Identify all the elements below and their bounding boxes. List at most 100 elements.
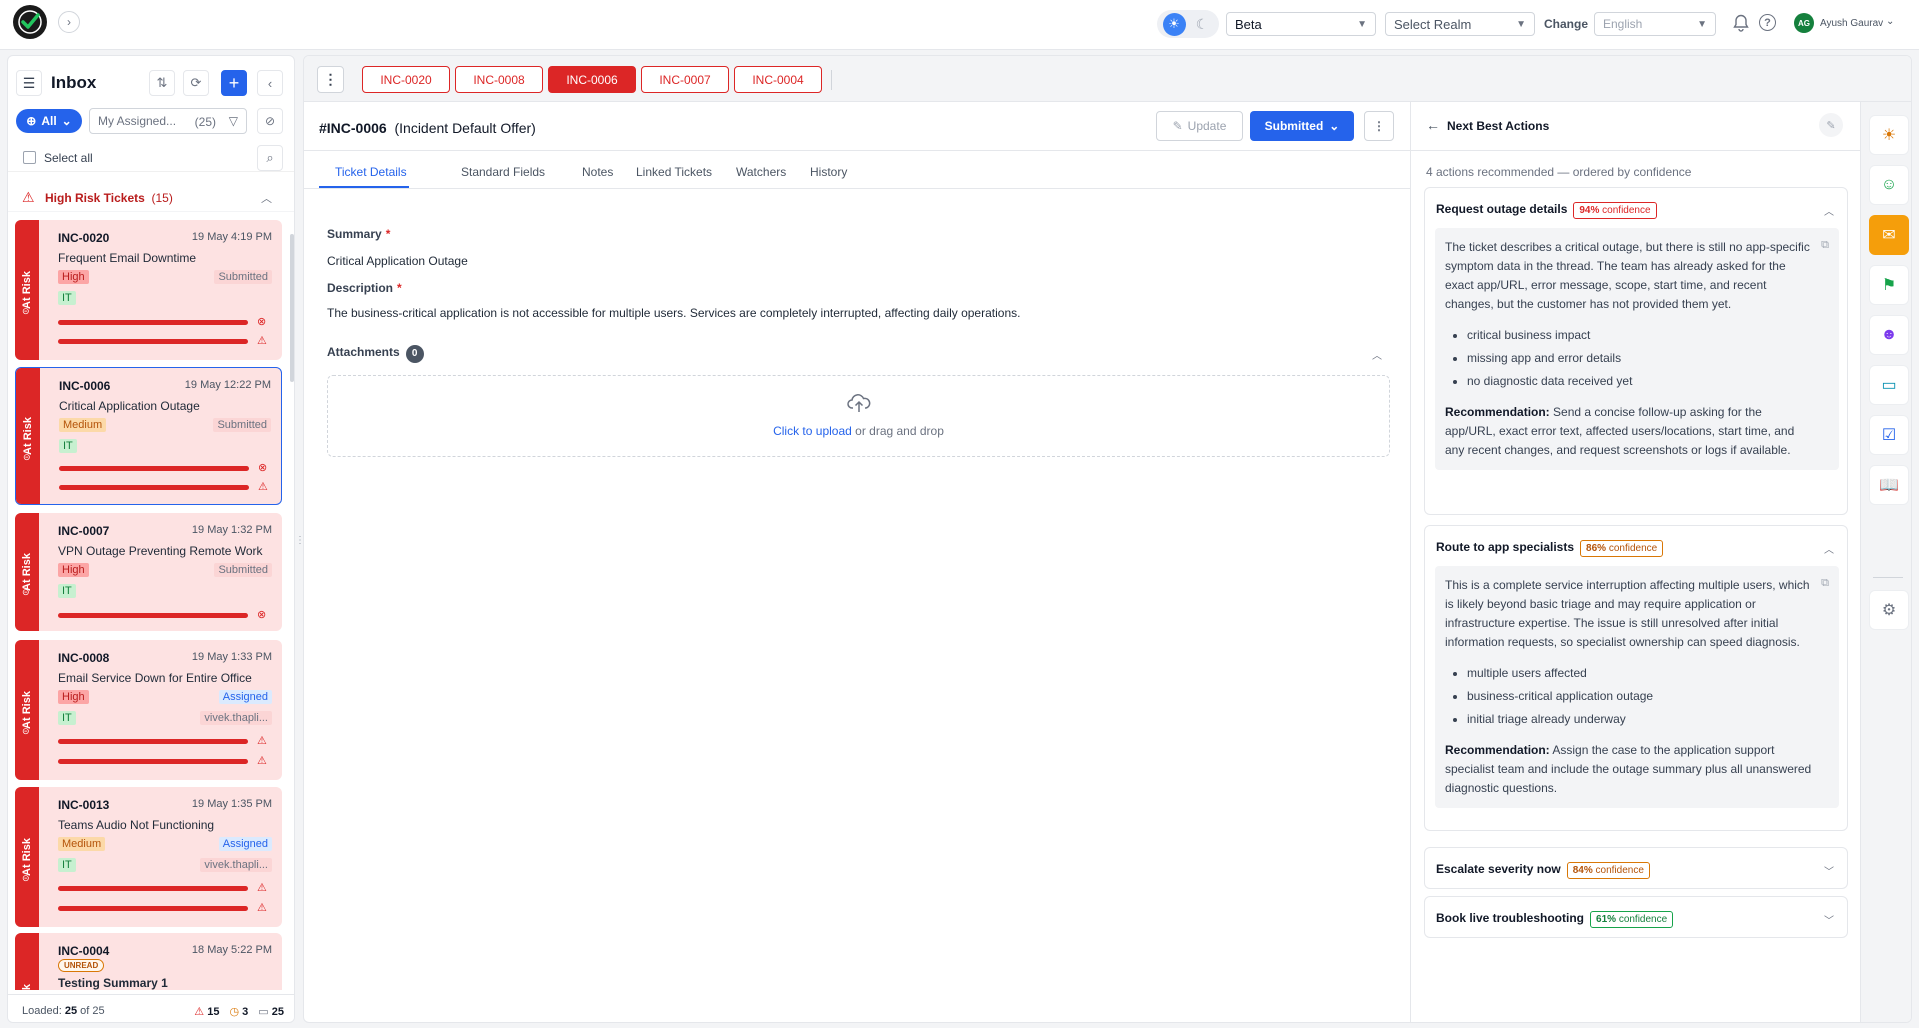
chevron-down-icon[interactable]: ﹀	[1824, 863, 1834, 878]
select-all-checkbox[interactable]	[23, 151, 36, 164]
ticket-card[interactable]: At Risk ⊝ INC-0007 19 May 1:32 PM VPN Out…	[15, 513, 282, 631]
chevron-down-icon[interactable]: ⌄	[1886, 16, 1894, 27]
collapse-panel-button[interactable]: ‹	[257, 70, 283, 96]
environment-select[interactable]: Beta ▼	[1226, 12, 1376, 36]
description-value[interactable]: The business-critical application is not…	[327, 306, 1020, 320]
action-title: Escalate severity now	[1436, 862, 1561, 876]
chevron-up-icon[interactable]: ︿	[1824, 203, 1834, 218]
chevron-down-icon[interactable]: ﹀	[1824, 912, 1834, 927]
clear-filter-button[interactable]: ⊘	[257, 108, 283, 134]
menu-button[interactable]: ☰	[16, 70, 42, 96]
update-button[interactable]: ✎ Update	[1156, 111, 1243, 141]
assigned-filter-count: (25)	[194, 115, 216, 129]
search-button[interactable]: ⌕	[257, 145, 283, 171]
insights-button[interactable]: ☀	[1869, 115, 1909, 155]
more-actions-button[interactable]: ⋮	[1364, 111, 1394, 141]
sla-bar	[58, 320, 248, 325]
next-best-actions-panel: ← Next Best Actions ✎ 4 actions recommen…	[1410, 102, 1861, 1022]
summary-value[interactable]: Critical Application Outage	[327, 254, 468, 268]
edit-icon: ✎	[1172, 119, 1183, 133]
bell-icon[interactable]	[1733, 14, 1749, 32]
action-card-header[interactable]: Book live troubleshooting 61% confidence	[1436, 911, 1674, 928]
sort-button[interactable]: ⇅	[149, 70, 175, 96]
avatar[interactable]: AG	[1794, 13, 1814, 33]
group-title-text: High Risk Tickets	[45, 191, 145, 205]
moon-icon[interactable]: ☾	[1191, 13, 1214, 36]
action-card-header[interactable]: Route to app specialists 86% confidence	[1436, 540, 1664, 557]
realm-select-placeholder: Select Realm	[1394, 16, 1472, 32]
copy-icon[interactable]: ⧉	[1821, 574, 1829, 593]
tab-watchers[interactable]: Watchers	[736, 165, 786, 179]
ticket-tool-button[interactable]: ▭	[1869, 365, 1909, 405]
tab-standard-fields[interactable]: Standard Fields	[461, 165, 545, 179]
tab-inc-0020[interactable]: INC-0020	[362, 66, 450, 93]
clock-icon: ⊝	[23, 452, 31, 462]
recommendation: Recommendation: Send a concise follow-up…	[1445, 403, 1829, 460]
clock-icon: ⊝	[22, 587, 30, 597]
checklist-button[interactable]: ☑	[1869, 415, 1909, 455]
language-select[interactable]: English ▼	[1594, 12, 1716, 36]
assignee-badge: vivek.thapli...	[200, 858, 272, 872]
pin-button[interactable]: ✎	[1819, 113, 1843, 137]
assistant-bot-button[interactable]: ☻	[1869, 315, 1909, 355]
tab-inc-0004[interactable]: INC-0004	[734, 66, 822, 93]
theme-toggle[interactable]: ☀ ☾	[1157, 10, 1219, 38]
escalation-icon: ⚠	[257, 755, 267, 767]
tab-ticket-details[interactable]: Ticket Details	[335, 165, 407, 179]
ticket-title: VPN Outage Preventing Remote Work	[58, 544, 263, 558]
risk-stripe: At Risk ⊝	[16, 368, 40, 504]
warning-icon: ⚠	[194, 1006, 205, 1018]
ticket-card[interactable]: At Risk ⊝ INC-0013 19 May 1:35 PM Teams A…	[15, 787, 282, 927]
back-arrow-icon[interactable]: ←	[1426, 117, 1440, 133]
reason-item: critical business impact	[1467, 324, 1829, 347]
select-all-label[interactable]: Select all	[44, 151, 93, 165]
action-card-header[interactable]: Request outage details 94% confidence	[1436, 202, 1657, 219]
tab-inc-0007[interactable]: INC-0007	[641, 66, 729, 93]
refresh-button[interactable]: ⟳	[183, 70, 209, 96]
ticket-card[interactable]: At Risk INC-0004 18 May 5:22 PM UNREAD T…	[15, 933, 282, 990]
add-ticket-button[interactable]: +	[221, 70, 247, 96]
tab-linked-tickets[interactable]: Linked Tickets	[636, 165, 712, 179]
copy-icon[interactable]: ⧉	[1821, 236, 1829, 255]
expand-sidebar-button[interactable]: ›	[58, 11, 80, 33]
tab-notes[interactable]: Notes	[582, 165, 613, 179]
upload-dropzone[interactable]: Click to upload or drag and drop	[327, 375, 1390, 457]
high-risk-group-header[interactable]: ⚠ High Risk Tickets (15) ︿	[8, 182, 294, 212]
status-dropdown-button[interactable]: Submitted ⌄	[1250, 111, 1354, 141]
divider	[304, 188, 1410, 189]
next-best-actions-button[interactable]: ✉	[1869, 215, 1909, 255]
flag-chat-button[interactable]: ⚑	[1869, 265, 1909, 305]
tab-history[interactable]: History	[810, 165, 847, 179]
action-card[interactable]: Book live troubleshooting 61% confidence …	[1424, 896, 1848, 938]
action-card-header[interactable]: Escalate severity now 84% confidence	[1436, 862, 1650, 879]
user-name[interactable]: Ayush Gaurav	[1820, 18, 1883, 29]
tab-inc-0008[interactable]: INC-0008	[455, 66, 543, 93]
sun-icon[interactable]: ☀	[1162, 12, 1186, 36]
tabs-menu-button[interactable]: ⋮	[317, 66, 344, 93]
action-reasons: critical business impact missing app and…	[1467, 324, 1829, 393]
pending-stat: ◷ 3	[229, 1005, 248, 1018]
tab-inc-0006[interactable]: INC-0006	[548, 66, 636, 93]
chevron-up-icon[interactable]: ︿	[1372, 347, 1382, 362]
escalation-icon: ⚠	[257, 902, 267, 914]
ticket-card[interactable]: At Risk ⊝ INC-0020 19 May 4:19 PM Frequen…	[15, 220, 282, 360]
sla-breach-icon: ⊗	[258, 462, 268, 474]
app-logo[interactable]	[13, 5, 47, 39]
ticket-card[interactable]: At Risk ⊝ INC-0008 19 May 1:33 PM Email S…	[15, 640, 282, 780]
chevron-up-icon[interactable]: ︿	[261, 190, 272, 206]
attachments-label-text: Attachments	[327, 345, 400, 359]
knowledge-base-button[interactable]: 📖	[1869, 465, 1909, 505]
chevron-up-icon[interactable]: ︿	[1824, 541, 1834, 556]
ticket-card-selected[interactable]: At Risk ⊝ INC-0006 19 May 12:22 PM Critic…	[15, 367, 282, 505]
assigned-filter-select[interactable]: My Assigned... (25) ▽	[89, 108, 247, 134]
sentiment-button[interactable]: ☺	[1869, 165, 1909, 205]
action-card[interactable]: Escalate severity now 84% confidence ﹀	[1424, 847, 1848, 889]
escalation-icon: ⚠	[257, 335, 267, 347]
realm-select[interactable]: Select Realm ▼	[1385, 12, 1535, 36]
status-label: Submitted	[1264, 119, 1324, 133]
ticket-title: Testing Summary 1	[58, 976, 168, 990]
upload-link[interactable]: Click to upload	[773, 424, 852, 438]
all-filter-pill[interactable]: ⊕ All ⌄	[16, 109, 82, 133]
help-icon[interactable]: ?	[1759, 14, 1776, 31]
settings-button[interactable]: ⚙	[1869, 590, 1909, 630]
